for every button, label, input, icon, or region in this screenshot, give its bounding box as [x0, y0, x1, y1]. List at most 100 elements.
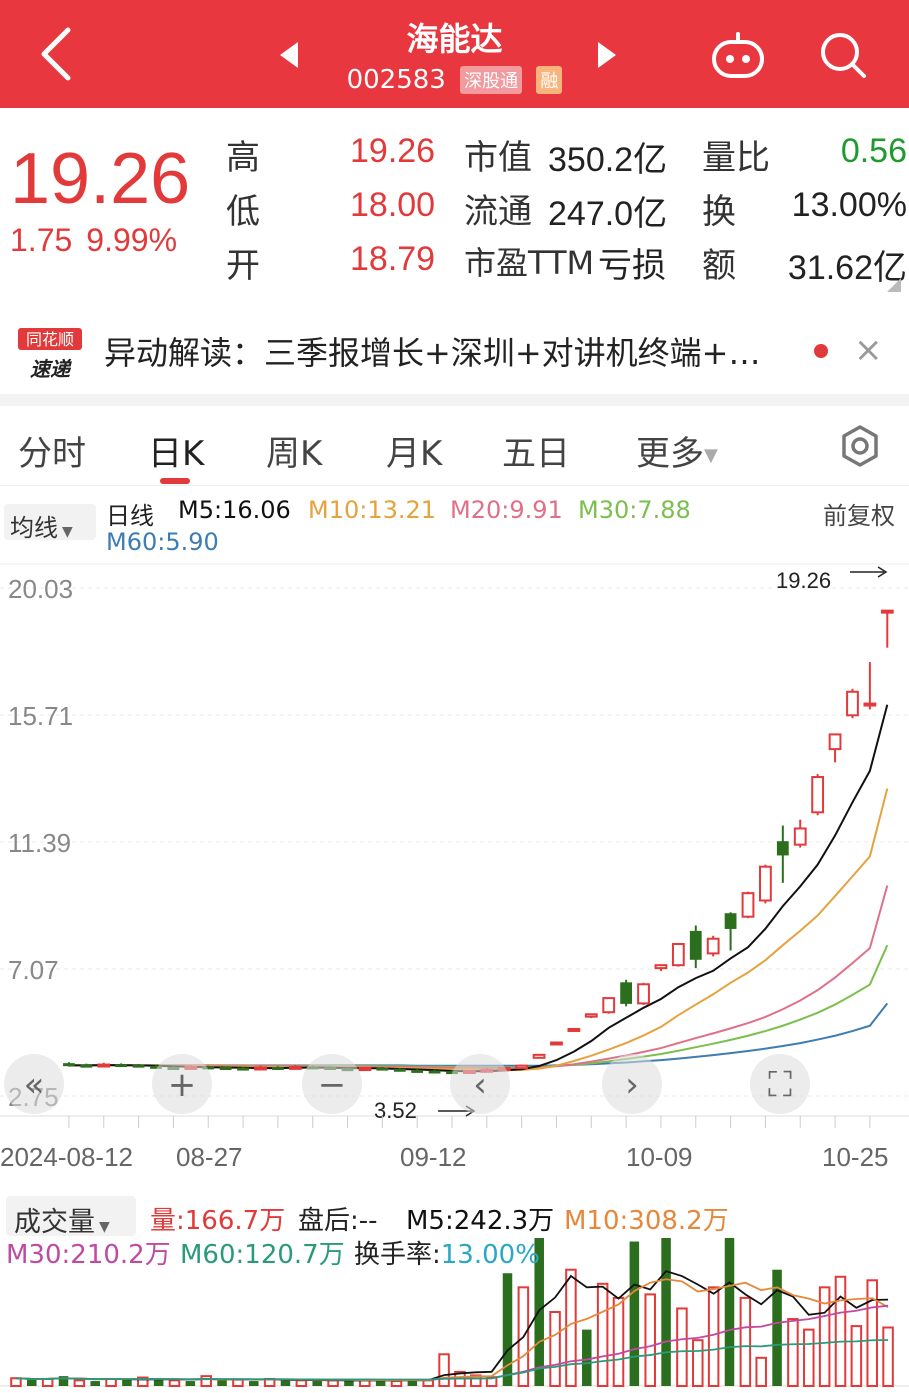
open-label: 开: [226, 246, 260, 286]
after-hours-value: 盘后:--: [298, 1206, 378, 1236]
candle-body: [132, 1064, 145, 1068]
high-label: 高: [226, 138, 260, 178]
current-price: 19.26: [10, 139, 191, 219]
volume-ratio-label: 量比: [702, 138, 770, 178]
volume-bar: [676, 1307, 688, 1388]
low-label: 低: [226, 192, 260, 232]
candle-body: [793, 827, 807, 846]
stock-name: 海能达: [406, 20, 503, 58]
candle-body: [741, 892, 755, 918]
volume-bar: [27, 1379, 37, 1386]
dropdown-arrow-icon: ▼: [704, 445, 718, 466]
candle-body: [759, 865, 772, 902]
ma5-value: M5:16.06: [178, 496, 291, 524]
volume-bar: [438, 1353, 450, 1387]
candle-body: [689, 930, 702, 960]
settings-gear-icon[interactable]: [838, 424, 882, 468]
rewind-icon: «: [24, 1065, 45, 1105]
ma-legend: 均线 ▼ 日线 M5:16.06 M10:13.21 M20:9.91 M30:7…: [0, 490, 909, 560]
x-tick-label: 09-12: [400, 1142, 467, 1172]
candle-body: [602, 997, 616, 1014]
margin-badge: 融: [536, 65, 563, 94]
ma30-value: M30:7.88: [578, 496, 691, 524]
volume-bar: [122, 1379, 132, 1386]
tab-more[interactable]: 更多▼: [636, 426, 718, 475]
volume-bar: [217, 1380, 227, 1386]
expand-corner-icon[interactable]: [887, 278, 901, 292]
news-headline[interactable]: 异动解读：三季报增长+深圳+对讲机终端+…: [104, 328, 794, 374]
candle-body: [724, 913, 737, 929]
next-stock-icon[interactable]: [596, 40, 618, 70]
tab-more-label: 更多: [636, 434, 704, 474]
candle-body: [846, 690, 859, 717]
volume-bar: [596, 1282, 609, 1387]
candle-body: [115, 1064, 128, 1068]
volume-bar: [200, 1375, 212, 1388]
max-price-label: 19.26: [776, 568, 831, 593]
zoom-in-button[interactable]: +: [152, 1054, 212, 1114]
news-banner[interactable]: 同花顺 速递 异动解读：三季报增长+深圳+对讲机终端+… ×: [0, 316, 909, 392]
volume-bar: [803, 1328, 815, 1387]
news-close-button[interactable]: ×: [854, 330, 883, 370]
y-tick-label: 20.03: [8, 574, 73, 604]
stock-code-row: 002583 深股通 融: [0, 64, 909, 95]
candle-body: [880, 609, 894, 614]
scroll-left-button[interactable]: ‹: [450, 1054, 510, 1114]
candle-body: [97, 1063, 111, 1068]
open-value: 18.79: [350, 240, 436, 278]
robot-assistant-icon[interactable]: [710, 30, 766, 80]
scroll-left-icon: ‹: [473, 1065, 487, 1105]
volume-bar: [153, 1379, 164, 1386]
tab-intraday[interactable]: 分时: [18, 426, 86, 475]
x-tick-label: 08-27: [176, 1142, 243, 1172]
volume-bar: [549, 1311, 561, 1387]
volume-bar: [787, 1318, 799, 1387]
volume-bar: [41, 1377, 54, 1388]
scroll-right-icon: ›: [625, 1065, 639, 1105]
candle-body: [567, 1027, 581, 1032]
rewind-button[interactable]: «: [4, 1054, 64, 1114]
volume-bar: [850, 1325, 863, 1387]
search-icon[interactable]: [818, 30, 868, 80]
ma20-value: M20:9.91: [450, 496, 563, 524]
candle-body: [411, 1069, 424, 1073]
candle-body: [584, 1013, 598, 1018]
vol-m60-value: M60:120.7万: [180, 1240, 345, 1270]
volume-bar: [312, 1381, 322, 1386]
candle-body: [288, 1065, 302, 1070]
candle-body: [776, 841, 789, 856]
hk-connect-badge: 深股通: [460, 65, 523, 94]
section-divider: [0, 394, 909, 406]
candle-body: [219, 1066, 232, 1070]
candle-body: [811, 776, 825, 814]
stock-code: 002583: [346, 64, 446, 95]
candle-body: [671, 943, 685, 967]
tab-daily-k[interactable]: 日K: [148, 426, 204, 475]
dropdown-arrow-icon: ▼: [99, 1219, 110, 1235]
volume-bar: [834, 1275, 847, 1387]
scroll-right-button[interactable]: ›: [602, 1054, 662, 1114]
candle-body: [550, 1041, 563, 1046]
volume-bar: [882, 1326, 894, 1387]
volume-bar: [295, 1379, 308, 1387]
volume-bar: [168, 1379, 181, 1387]
candle-body: [237, 1067, 249, 1071]
x-tick-label: 10-25: [822, 1142, 889, 1172]
tab-five-day[interactable]: 五日: [502, 426, 570, 475]
vol-m30-value: M30:210.2万: [6, 1240, 171, 1270]
turnover-value: 13.00%: [791, 186, 907, 224]
tab-weekly-k[interactable]: 周K: [266, 426, 322, 475]
zoom-out-button[interactable]: −: [302, 1054, 362, 1114]
ma-selector-label: 均线: [10, 514, 58, 542]
ma-selector-button[interactable]: 均线 ▼: [4, 504, 96, 542]
volume-selector-button[interactable]: 成交量 ▼: [6, 1196, 136, 1238]
candle-body: [637, 983, 650, 1005]
adjust-mode-button[interactable]: 前复权: [823, 496, 895, 531]
period-tabs: 分时 日K 周K 月K 五日 更多▼: [0, 406, 909, 486]
ma60-value: M60:5.90: [106, 528, 219, 556]
volume-bar: [612, 1296, 625, 1388]
fullscreen-button[interactable]: ⛶: [750, 1054, 810, 1114]
volume-bar: [344, 1381, 354, 1386]
change-amount: 1.75: [10, 222, 73, 258]
tab-monthly-k[interactable]: 月K: [386, 426, 442, 475]
